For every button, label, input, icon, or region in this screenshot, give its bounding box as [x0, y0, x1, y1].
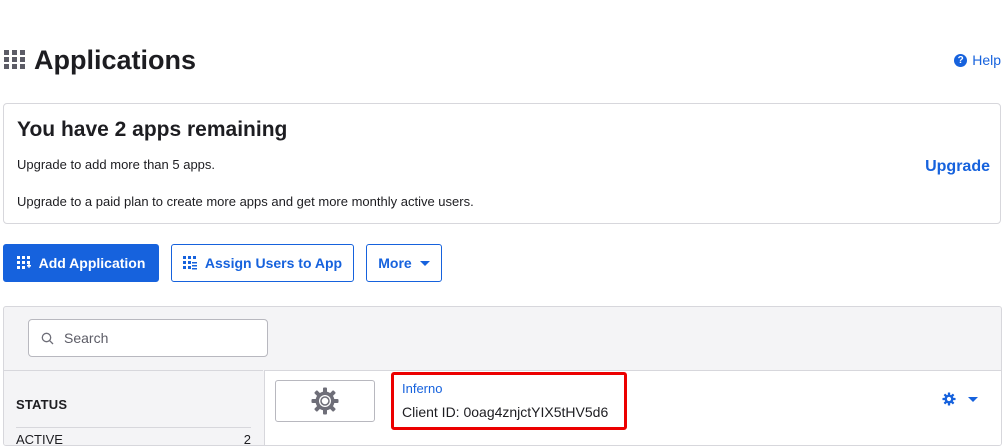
chevron-down-icon: [419, 260, 430, 266]
status-heading: STATUS: [16, 397, 68, 412]
filter-active-count: 2: [243, 432, 251, 446]
help-label: Help: [972, 52, 1001, 68]
assign-users-label: Assign Users to App: [204, 255, 343, 271]
assign-users-grid-icon: [182, 256, 197, 270]
more-label: More: [378, 255, 412, 271]
app-info-highlight: Inferno Client ID: 0oag4znjctYIX5tHV5d6: [391, 372, 627, 430]
upgrade-link[interactable]: Upgrade: [925, 158, 990, 176]
row-actions-dropdown[interactable]: [942, 392, 978, 406]
client-id: Client ID: 0oag4znjctYIX5tHV5d6: [402, 404, 609, 420]
help-link[interactable]: ? Help: [954, 52, 1001, 68]
apps-grid-icon: [4, 50, 25, 69]
search-box[interactable]: [28, 319, 268, 357]
assign-users-button[interactable]: Assign Users to App: [171, 244, 354, 282]
banner-title: You have 2 apps remaining: [17, 118, 288, 141]
applications-table: STATUS ACTIVE 2: [3, 306, 1002, 446]
banner-line2: Upgrade to a paid plan to create more ap…: [17, 194, 474, 209]
settings-gear-icon: [942, 392, 956, 406]
question-circle-icon: ?: [954, 53, 968, 67]
more-dropdown-button[interactable]: More: [366, 244, 442, 282]
filter-active-label: ACTIVE: [16, 432, 63, 446]
page-title: Applications: [34, 45, 197, 75]
add-app-grid-icon: [16, 256, 31, 269]
add-application-button[interactable]: Add Application: [3, 244, 159, 282]
status-filter-sidebar: STATUS ACTIVE 2: [4, 370, 263, 446]
add-application-label: Add Application: [38, 255, 146, 271]
upgrade-banner: You have 2 apps remaining Upgrade to add…: [3, 103, 1001, 224]
search-icon: [41, 332, 54, 344]
app-logo[interactable]: [275, 380, 375, 422]
search-input[interactable]: [62, 329, 246, 347]
chevron-down-icon: [968, 396, 978, 402]
app-name-link[interactable]: Inferno: [402, 381, 616, 396]
filter-item-active[interactable]: ACTIVE 2: [16, 427, 251, 446]
app-list: Inferno Client ID: 0oag4znjctYIX5tHV5d6: [264, 370, 1001, 445]
gear-icon: [311, 387, 339, 415]
banner-line1: Upgrade to add more than 5 apps.: [17, 157, 216, 172]
